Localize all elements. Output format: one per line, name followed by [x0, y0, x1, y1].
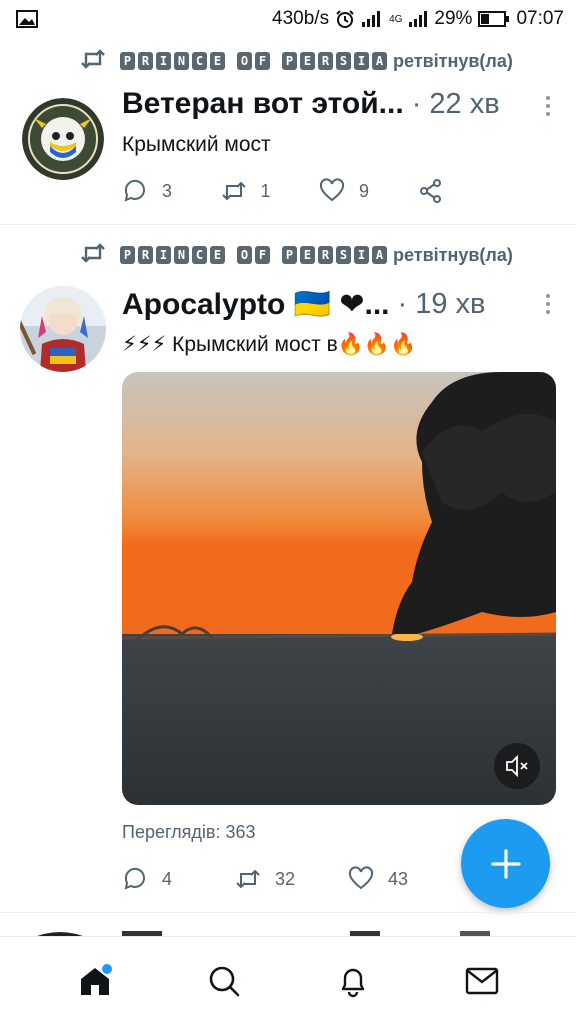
alarm-icon — [335, 9, 355, 29]
tweet-time[interactable]: · 22 хв — [412, 88, 500, 121]
signal-4g-icon — [408, 10, 428, 28]
retweet-context[interactable]: PRINCEOFPERSIA ретвітнув(ла) — [80, 48, 513, 74]
retweet-context-icon — [80, 242, 106, 269]
reply-button[interactable]: 4 — [122, 866, 235, 892]
share-icon — [419, 179, 441, 203]
retweet-context-icon — [80, 48, 106, 75]
more-options-icon[interactable] — [546, 96, 552, 116]
tweet-divider — [0, 224, 576, 225]
share-button[interactable] — [418, 178, 517, 204]
like-count: 9 — [359, 180, 370, 201]
tweet-text-body: Крымский мост в — [166, 333, 338, 356]
like-button[interactable]: 9 — [319, 178, 418, 204]
avatar[interactable] — [20, 286, 106, 372]
lightning-emoji: ⚡⚡⚡ — [122, 333, 167, 356]
tweet-video[interactable] — [122, 372, 556, 805]
tweet-actions: 4 32 43 — [122, 866, 516, 892]
tweet-text: Крымский мост — [122, 133, 271, 156]
retweet-suffix: ретвітнув(ла) — [393, 244, 513, 265]
retweet-context[interactable]: PRINCEOFPERSIA ретвітнув(ла) — [80, 242, 513, 268]
bottom-nav — [0, 936, 576, 1024]
view-count: Переглядів: 363 — [122, 822, 256, 842]
network-speed: 430b/s — [272, 8, 330, 29]
nav-notifications[interactable] — [318, 946, 388, 1016]
plus-icon — [490, 848, 521, 879]
retweet-icon — [221, 181, 246, 201]
nav-home[interactable] — [60, 946, 130, 1016]
search-icon — [209, 966, 239, 996]
tweet-header: Apocalypto 🇺🇦 ❤... · 19 хв — [122, 284, 556, 324]
nav-search[interactable] — [189, 946, 259, 1016]
more-options-icon[interactable] — [546, 294, 552, 314]
retweet-suffix: ретвітнув(ла) — [393, 50, 513, 71]
bell-icon — [341, 968, 364, 997]
fire-emoji: 🔥🔥🔥 — [337, 333, 417, 356]
retweet-count: 1 — [260, 180, 271, 201]
mute-button[interactable] — [494, 743, 540, 789]
tweet-time[interactable]: · 19 хв — [398, 288, 486, 321]
retweeter-name: PRINCEOFPERSIA — [120, 52, 387, 70]
heart-icon — [348, 866, 374, 890]
volume-muted-icon — [506, 754, 528, 778]
heart-icon — [319, 178, 345, 202]
retweet-button[interactable]: 1 — [221, 178, 320, 204]
retweet-icon — [236, 869, 260, 889]
mail-icon — [465, 967, 498, 994]
retweet-count: 32 — [275, 868, 296, 889]
display-name[interactable]: Apocalypto 🇺🇦 ❤... — [122, 287, 390, 322]
tweet-text: ⚡⚡⚡ Крымский мост в🔥🔥🔥 — [122, 332, 416, 357]
video-frame — [122, 372, 556, 805]
like-button[interactable]: 43 — [348, 866, 461, 892]
image-notification-icon — [16, 10, 38, 28]
nav-messages[interactable] — [447, 946, 517, 1016]
reply-icon — [124, 867, 145, 890]
like-count: 43 — [388, 868, 409, 889]
battery-percent: 29% — [434, 8, 473, 29]
reply-count: 4 — [162, 868, 173, 889]
tweet-header: Ветеран вот этой... · 22 хв — [122, 84, 556, 124]
clock: 07:07 — [516, 8, 564, 29]
notification-dot — [101, 963, 112, 974]
reply-count: 3 — [162, 180, 173, 201]
reply-icon — [124, 179, 145, 202]
retweet-button[interactable]: 32 — [235, 866, 348, 892]
signal-icon — [361, 10, 383, 28]
display-name[interactable]: Ветеран вот этой... — [122, 87, 404, 121]
network-type: 4G — [389, 13, 403, 25]
status-bar: 430b/s 4G 29% 07:07 — [0, 0, 576, 38]
avatar[interactable] — [22, 98, 104, 180]
tweet-actions: 3 1 9 — [122, 178, 516, 204]
reply-button[interactable]: 3 — [122, 178, 221, 204]
retweeter-name: PRINCEOFPERSIA — [120, 246, 387, 264]
compose-button[interactable] — [461, 819, 550, 908]
battery-icon — [478, 10, 510, 28]
tweet-divider — [0, 912, 576, 913]
